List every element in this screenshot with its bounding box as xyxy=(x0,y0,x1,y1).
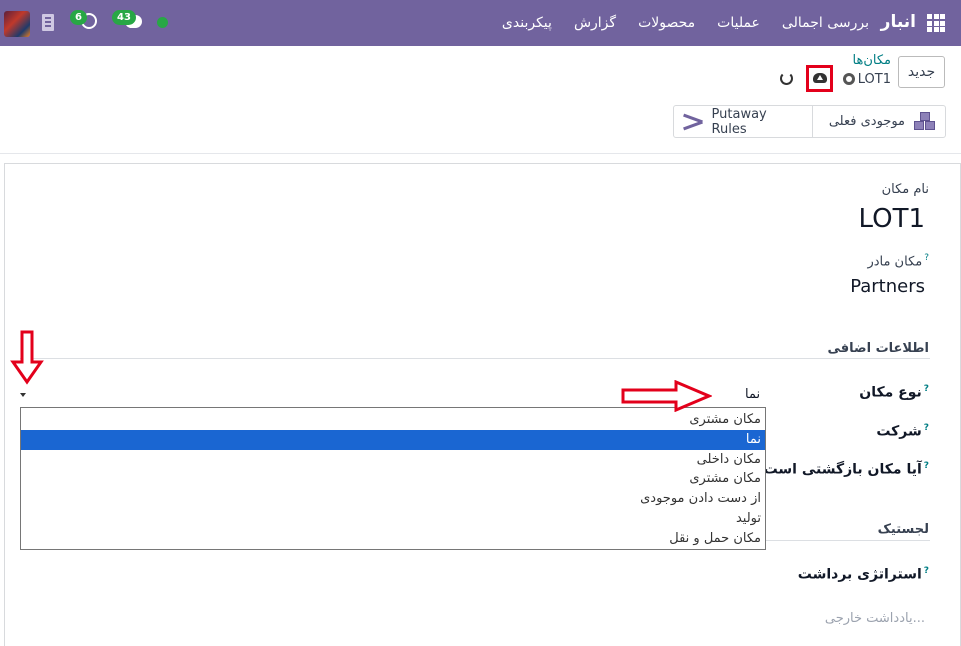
activity-count-badge: 6 xyxy=(70,10,87,25)
current-stock-label: موجودی فعلی xyxy=(828,114,905,129)
new-button[interactable]: جدید xyxy=(898,56,945,88)
menu-item-products[interactable]: محصولات xyxy=(638,15,695,31)
current-stock-button[interactable]: موجودی فعلی xyxy=(813,106,945,137)
parent-location-label-text: مکان مادر xyxy=(867,254,923,270)
company-label-text: شرکت xyxy=(876,423,922,440)
return-location-label-text: آیا مکان بازگشتی است؟ xyxy=(755,461,922,478)
menu-item-configuration[interactable]: پیکربندی xyxy=(502,15,552,31)
main-menu: بررسی اجمالی عملیات محصولات گزارش پیکربن… xyxy=(502,15,869,31)
location-type-label-text: نوع مکان xyxy=(859,384,922,401)
annotation-arrow-right-icon xyxy=(621,380,712,412)
return-location-label: آیا مکان بازگشتی است؟? xyxy=(755,461,929,478)
help-tooltip-icon[interactable]: ? xyxy=(924,253,929,263)
removal-strategy-label-text: استراتژی برداشت xyxy=(797,566,922,583)
section-extra-info: اطلاعات اضافی xyxy=(827,341,930,356)
dropdown-option-transit[interactable]: مکان حمل و نقل xyxy=(21,529,765,549)
messages-count-badge: 43 xyxy=(112,10,136,25)
location-type-select-value[interactable]: نما xyxy=(745,387,760,402)
control-panel-divider xyxy=(0,153,961,154)
breadcrumb-current: LOT1 xyxy=(857,72,891,87)
company-label: شرکت? xyxy=(876,423,929,440)
breadcrumb-parent-link[interactable]: مکان‌ها xyxy=(853,53,891,68)
top-navbar: انبار بررسی اجمالی عملیات محصولات گزارش … xyxy=(0,0,961,46)
app-brand[interactable]: انبار xyxy=(881,12,916,32)
cloud-upload-icon[interactable] xyxy=(813,73,827,83)
putaway-rules-button[interactable]: Putaway Rules xyxy=(674,106,813,137)
dropdown-option-customer[interactable]: مکان مشتری xyxy=(21,410,765,430)
help-tooltip-icon[interactable]: ? xyxy=(924,384,929,394)
cubes-icon xyxy=(913,111,937,132)
company-switcher-icon[interactable] xyxy=(42,14,54,31)
help-tooltip-icon[interactable]: ? xyxy=(924,566,929,576)
select-caret-icon[interactable] xyxy=(20,393,26,397)
dropdown-option-inventory-loss[interactable]: از دست دادن موجودی xyxy=(21,489,765,509)
menu-item-operations[interactable]: عملیات xyxy=(717,15,760,31)
shuffle-icon xyxy=(682,114,704,130)
section-divider xyxy=(20,358,930,359)
apps-menu-icon[interactable] xyxy=(927,14,945,32)
online-status-dot xyxy=(157,17,168,28)
dropdown-option-customer[interactable]: مکان مشتری xyxy=(21,469,765,489)
smart-buttons: Putaway Rules موجودی فعلی xyxy=(673,105,946,138)
avatar[interactable] xyxy=(4,11,30,37)
location-name-value[interactable]: LOT1 xyxy=(859,204,925,234)
annotation-arrow-down-icon xyxy=(10,330,44,385)
help-tooltip-icon[interactable]: ? xyxy=(924,423,929,433)
location-type-dropdown[interactable]: مکان مشتری نما مکان داخلی مکان مشتری از … xyxy=(20,407,766,550)
help-tooltip-icon[interactable]: ? xyxy=(924,461,929,471)
dropdown-option-view[interactable]: نما xyxy=(21,429,765,450)
removal-strategy-label: استراتژی برداشت? xyxy=(798,566,929,583)
location-name-label: نام مکان xyxy=(881,182,929,197)
external-notes-field[interactable]: یادداشت خارجی... xyxy=(825,611,925,626)
save-button-highlight[interactable] xyxy=(806,65,833,92)
discard-icon[interactable] xyxy=(780,72,793,85)
gear-icon[interactable] xyxy=(843,73,855,85)
menu-item-overview[interactable]: بررسی اجمالی xyxy=(782,15,869,31)
location-type-label: نوع مکان? xyxy=(859,384,929,401)
parent-location-value[interactable]: Partners xyxy=(850,276,925,297)
menu-item-reporting[interactable]: گزارش xyxy=(574,15,616,31)
dropdown-option-internal[interactable]: مکان داخلی xyxy=(21,450,765,470)
putaway-rules-label: Putaway Rules xyxy=(711,106,767,137)
dropdown-option-production[interactable]: تولید xyxy=(21,509,765,529)
section-logistics: لجستیک xyxy=(877,522,929,537)
parent-location-label: مکان مادر? xyxy=(867,253,929,269)
